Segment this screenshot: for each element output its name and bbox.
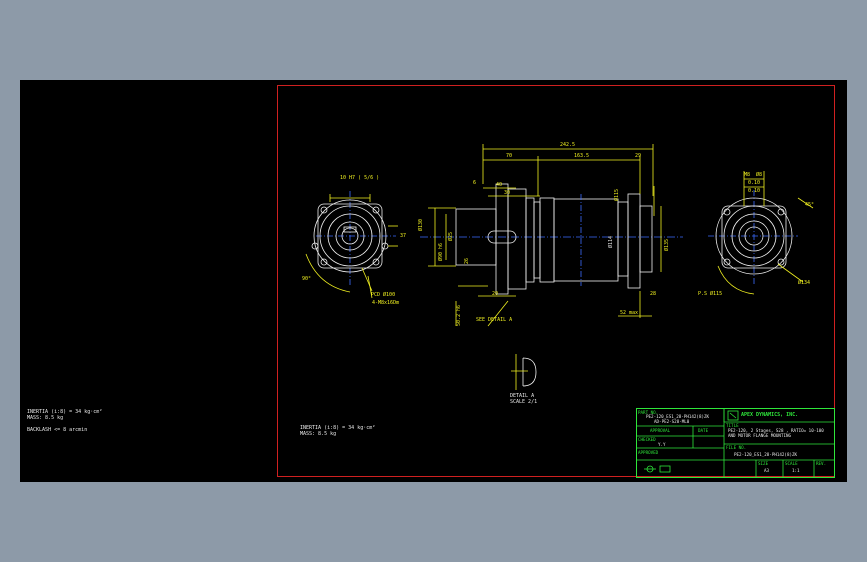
- dim-d8: 52 max: [620, 310, 639, 316]
- tb-date-label: DATE: [698, 428, 709, 433]
- detail-scale: SCALE 2/1: [510, 399, 538, 405]
- dim-d1: 70: [506, 153, 513, 159]
- dim-dia-body: Ø114: [608, 235, 614, 248]
- dim-left-angle: 90°: [302, 276, 312, 282]
- dim-gd2: 0.10: [748, 180, 761, 186]
- dim-side-c: 50.2 h6: [456, 304, 462, 326]
- left-notes: INERTIA (i:8) = 34 kg·cm² MASS: 8.5 kg B…: [27, 409, 102, 433]
- dim-right-b: Ø134: [798, 280, 811, 286]
- rear-view: [708, 171, 814, 295]
- tb-title-2: AND MOTOR FLANGE MOUNTING: [728, 433, 792, 438]
- dim-pcd: PCD Ø100: [371, 292, 396, 298]
- sheet-note-mass: MASS: 8.5 kg: [300, 431, 337, 437]
- detail-a: [511, 354, 537, 390]
- tb-rev-label: REV.: [816, 461, 827, 466]
- dim-d6: 20: [492, 291, 499, 297]
- tb-approved-label: APPROVED: [638, 450, 659, 455]
- cad-viewport[interactable]: INERTIA (i:8) = 34 kg·cm² MASS: 8.5 kg B…: [20, 80, 847, 482]
- dim-dia-left1: Ø130: [418, 218, 424, 231]
- dim-right-a: Ø8: [756, 172, 763, 178]
- tb-scale-label: SCALE: [785, 461, 798, 466]
- dim-right-c: P.S Ø115: [698, 291, 723, 297]
- tb-part-no-2: AD-PE2-S28-ML0: [654, 419, 690, 424]
- left-note-backlash: BACKLASH <= 8 arcmin: [27, 427, 88, 433]
- dim-dia-right: Ø115: [614, 188, 620, 201]
- dim-d4: 40: [496, 182, 503, 188]
- dim-see-detail: SEE DETAIL A: [476, 317, 513, 323]
- side-view: [420, 144, 683, 327]
- tb-company: APEX DYNAMICS, INC.: [741, 412, 799, 418]
- dim-right-angle: 45°: [805, 202, 815, 208]
- tb-size-label: SIZE: [758, 461, 769, 466]
- dim-dia-right2: Ø135: [664, 238, 670, 251]
- dim-front-top: 10 H7 ( 5/6 ): [340, 175, 380, 181]
- dim-total-length: 242.5: [560, 142, 576, 148]
- tb-size-val: A3: [764, 468, 770, 473]
- sheet-notes: INERTIA (i:8) = 34 kg·cm² MASS: 8.5 kg: [300, 425, 375, 437]
- dim-dia-left3: Ø25: [448, 231, 454, 241]
- dim-side-a: 37: [400, 233, 407, 239]
- tb-approval-label: APPROVAL: [650, 428, 671, 433]
- tb-checked-val: Y.Y: [658, 442, 666, 447]
- dim-d2: 163.5: [574, 153, 590, 159]
- dim-dia-left2: Ø90 h6: [438, 242, 444, 261]
- dim-d5: 30: [504, 190, 511, 196]
- dim-gd1: M8: [744, 172, 751, 178]
- dim-d3: 29: [635, 153, 642, 159]
- tb-checked-label: CHECKED: [638, 437, 656, 442]
- front-view: [305, 191, 398, 299]
- dim-side-b: 26: [464, 257, 470, 264]
- drawing-sheet: 10 H7 ( 5/6 ) PCD Ø100 4-M8x16Dm 90° 37 …: [277, 85, 835, 478]
- dim-gd3: 0.10: [748, 188, 761, 194]
- dim-holes: 4-M8x16Dm: [372, 300, 400, 306]
- tb-file-val: PE2-120_ES1_28-PH142(8)ZK: [734, 452, 798, 457]
- dim-d9: 6: [473, 180, 477, 186]
- tb-file-label: FILE NO.: [726, 445, 747, 450]
- tb-scale-val: 1:1: [792, 468, 800, 473]
- dim-d7: 28: [650, 291, 657, 297]
